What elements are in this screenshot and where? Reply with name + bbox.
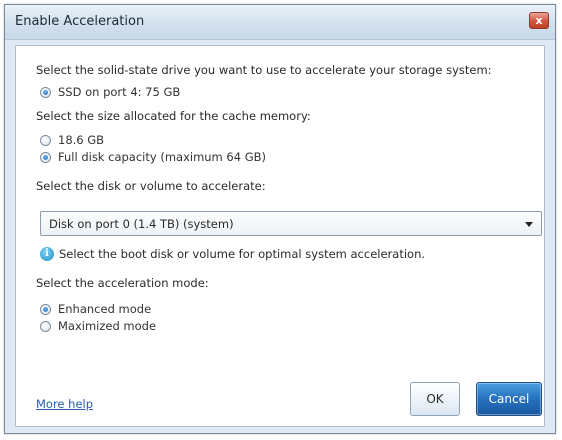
volume-select[interactable]: Disk on port 0 (1.4 TB) (system) — [40, 211, 542, 236]
ok-button[interactable]: OK — [410, 382, 460, 416]
title-bar[interactable]: Enable Acceleration x — [5, 5, 555, 40]
info-icon: i — [40, 247, 54, 261]
more-help-link[interactable]: More help — [36, 397, 93, 411]
cache-option-label: Full disk capacity (maximum 64 GB) — [58, 150, 266, 164]
window-title: Enable Acceleration — [15, 14, 145, 29]
mode-section-label: Select the acceleration mode: — [36, 276, 209, 290]
chevron-down-icon[interactable] — [525, 222, 533, 227]
mode-radio-maximized[interactable] — [40, 320, 51, 332]
cache-option-full-disk[interactable]: Full disk capacity (maximum 64 GB) — [40, 149, 266, 165]
ssd-option[interactable]: SSD on port 4: 75 GB — [40, 84, 180, 100]
cache-option-18-6gb[interactable]: 18.6 GB — [40, 132, 104, 148]
cache-radio-full-disk[interactable] — [40, 151, 51, 163]
close-button[interactable]: x — [529, 12, 549, 29]
ssd-radio[interactable] — [40, 86, 51, 98]
volume-select-value: Disk on port 0 (1.4 TB) (system) — [49, 217, 234, 231]
cancel-button[interactable]: Cancel — [476, 382, 542, 416]
cache-radio-18-6gb[interactable] — [40, 134, 51, 146]
dialog-window: Enable Acceleration x Select the solid-s… — [4, 4, 556, 434]
dialog-content: Select the solid-state drive you want to… — [15, 45, 545, 427]
mode-option-label: Maximized mode — [58, 319, 157, 333]
close-icon: x — [535, 14, 543, 27]
cache-option-label: 18.6 GB — [58, 133, 105, 147]
mode-radio-enhanced[interactable] — [40, 303, 51, 315]
ssd-option-label: SSD on port 4: 75 GB — [58, 85, 181, 99]
mode-option-label: Enhanced mode — [58, 302, 152, 316]
cache-section-label: Select the size allocated for the cache … — [36, 109, 311, 123]
volume-info-text: Select the boot disk or volume for optim… — [59, 247, 426, 261]
ssd-section-label: Select the solid-state drive you want to… — [36, 63, 492, 77]
mode-option-enhanced[interactable]: Enhanced mode — [40, 301, 151, 317]
mode-option-maximized[interactable]: Maximized mode — [40, 318, 156, 334]
volume-section-label: Select the disk or volume to accelerate: — [36, 179, 266, 193]
